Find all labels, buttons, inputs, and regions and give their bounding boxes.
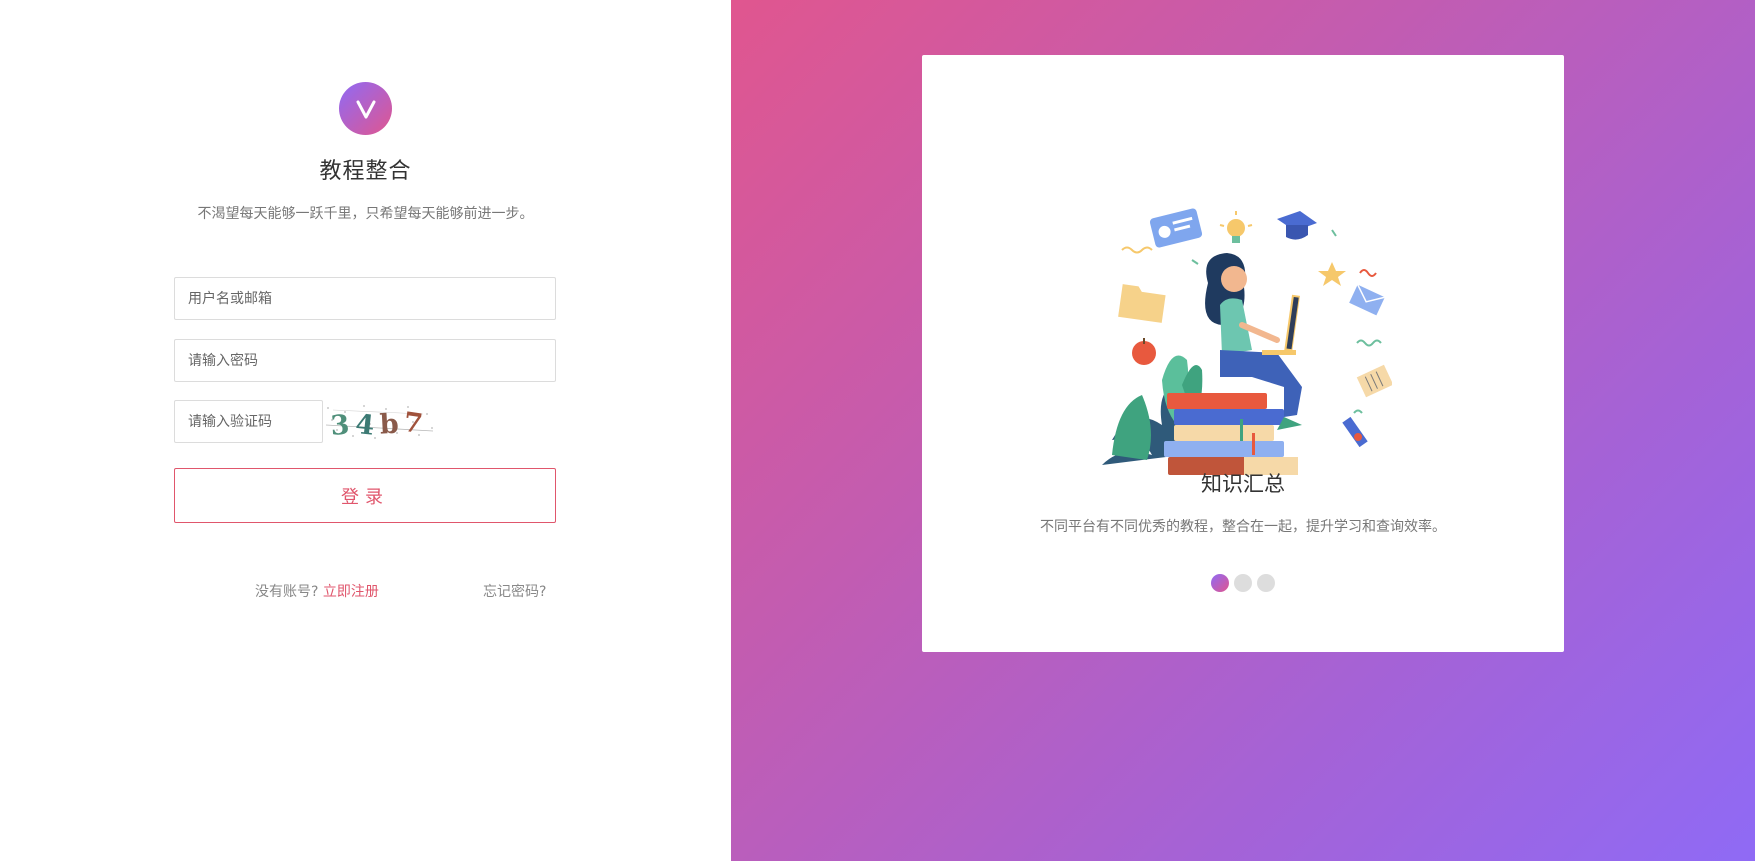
study-illustration xyxy=(1102,208,1392,475)
captcha-image[interactable]: 3 4 b 7 xyxy=(323,400,436,443)
register-prompt: 没有账号? 立即注册 xyxy=(255,581,379,601)
certificate-icon xyxy=(1356,364,1392,398)
carousel-dot-3[interactable] xyxy=(1257,574,1275,592)
carousel-description: 不同平台有不同优秀的教程，整合在一起，提升学习和查询效率。 xyxy=(1040,519,1446,535)
carousel-title: 知识汇总 xyxy=(1201,472,1285,496)
app-slogan: 不渴望每天能够一跃千里，只希望每天能够前进一步。 xyxy=(197,206,534,222)
envelope-icon xyxy=(1349,284,1385,316)
id-card-icon xyxy=(1149,208,1203,248)
graduation-cap-icon xyxy=(1277,211,1317,240)
login-button[interactable]: 登录 xyxy=(174,468,556,523)
scroll-icon xyxy=(1342,416,1368,448)
carousel-card: 知识汇总 不同平台有不同优秀的教程，整合在一起，提升学习和查询效率。 xyxy=(922,55,1564,652)
app-logo xyxy=(339,82,392,135)
app-title: 教程整合 xyxy=(319,159,412,184)
carousel-dot-1[interactable] xyxy=(1211,574,1229,592)
username-input[interactable] xyxy=(174,277,556,320)
svg-text:4: 4 xyxy=(354,409,376,442)
no-account-text: 没有账号? xyxy=(255,584,319,600)
svg-text:3: 3 xyxy=(330,410,351,442)
captcha-noise: 3 4 b 7 xyxy=(323,400,436,443)
apple-icon xyxy=(1132,338,1156,365)
logo-v-icon xyxy=(356,100,375,118)
lightbulb-icon xyxy=(1219,211,1253,243)
folder-icon xyxy=(1118,284,1166,323)
star-icon xyxy=(1318,262,1346,286)
svg-text:b: b xyxy=(379,409,399,441)
captcha-input[interactable] xyxy=(174,400,323,443)
carousel-indicators xyxy=(1211,574,1275,592)
register-link[interactable]: 立即注册 xyxy=(323,584,379,600)
password-input[interactable] xyxy=(174,339,556,382)
login-panel: 教程整合 不渴望每天能够一跃千里，只希望每天能够前进一步。 3 4 b 7 登录… xyxy=(0,0,731,861)
carousel-dot-2[interactable] xyxy=(1234,574,1252,592)
forgot-password-link[interactable]: 忘记密码? xyxy=(483,581,546,601)
